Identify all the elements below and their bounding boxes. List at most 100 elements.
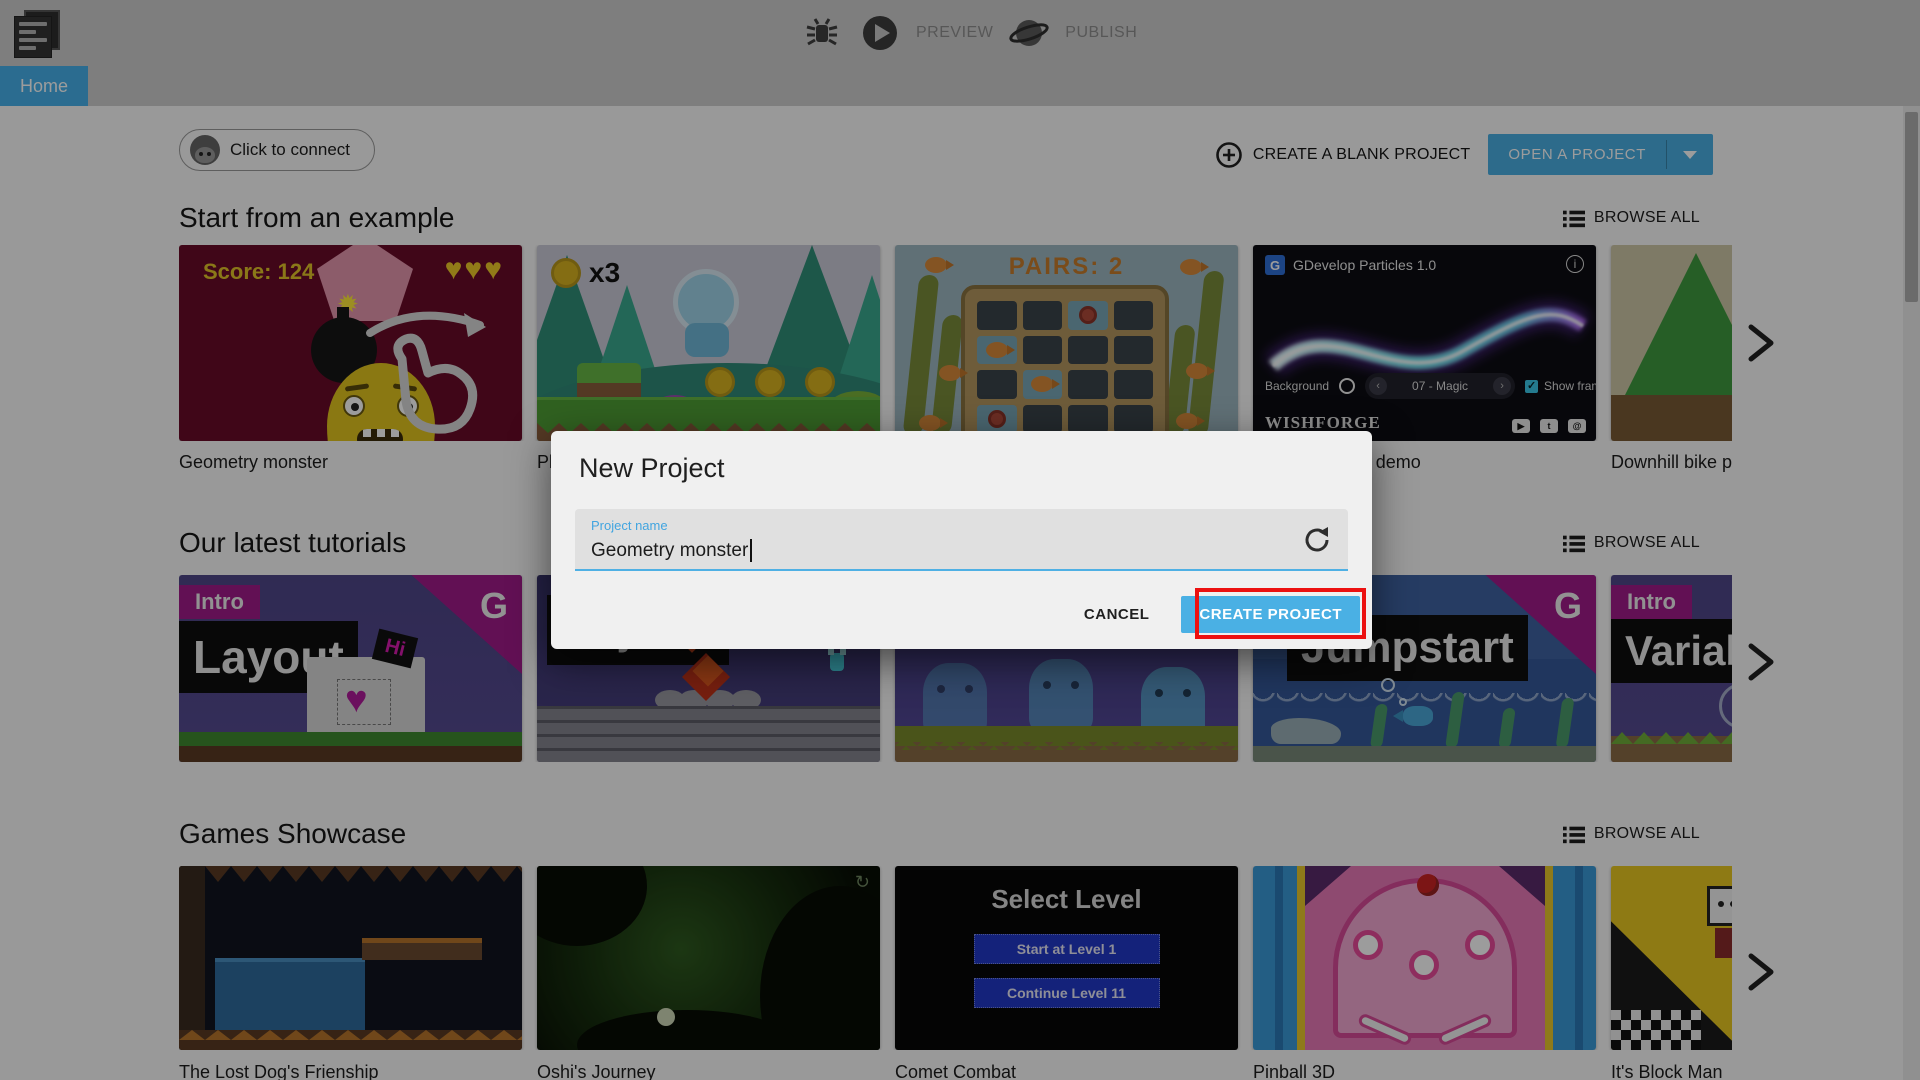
- fish-sprite: [1393, 706, 1433, 726]
- examples-section-header: Start from an example BROWSE ALL: [179, 202, 1700, 234]
- project-name-input[interactable]: Geometry monster: [591, 539, 753, 562]
- tutorials-browse-all[interactable]: BROWSE ALL: [1562, 532, 1700, 554]
- example-card-geometry-monster[interactable]: Score: 124 ♥♥♥ ✹: [179, 245, 522, 441]
- preset-value: 07 - Magic: [1412, 379, 1469, 393]
- wishforge-logo: WISHFORGE: [1265, 413, 1381, 432]
- grass-ground: [179, 732, 522, 762]
- seaweed-shape: [1187, 271, 1225, 437]
- background-color-swatch[interactable]: [1339, 378, 1356, 394]
- hand-swipe-icon: [366, 311, 486, 434]
- cancel-button[interactable]: CANCEL: [1078, 598, 1156, 631]
- fish-sprite: [919, 415, 948, 431]
- showcase-card-oshi[interactable]: ↻: [537, 866, 880, 1050]
- fish-sprite: [1186, 363, 1215, 379]
- gdevelop-logo: G: [1265, 255, 1285, 275]
- card-label-comet[interactable]: Comet Combat: [895, 1062, 1238, 1080]
- info-icon: i: [1566, 255, 1584, 273]
- fairy-sprite: [828, 645, 846, 671]
- examples-browse-all[interactable]: BROWSE ALL: [1562, 207, 1700, 229]
- pine-tree-shape: [1621, 253, 1732, 403]
- coin-sprite: [805, 367, 835, 397]
- prev-icon[interactable]: ‹: [1369, 377, 1388, 395]
- pinball-table: [1297, 866, 1553, 1050]
- showcase-section-header: Games Showcase BROWSE ALL: [179, 818, 1700, 850]
- showcase-card-lost-dog[interactable]: [179, 866, 522, 1050]
- debug-icon[interactable]: [800, 11, 844, 55]
- bubble-shape: [1381, 678, 1395, 692]
- start-level-button: Start at Level 1: [973, 934, 1160, 964]
- fish-sprite: [925, 257, 954, 273]
- preview-label[interactable]: PREVIEW: [916, 24, 993, 42]
- grass-zigzag: [1611, 732, 1732, 744]
- examples-next-chevron-icon[interactable]: [1743, 321, 1779, 370]
- card-label-geometry-monster[interactable]: Geometry monster: [179, 452, 522, 473]
- coin-sprite: [705, 367, 735, 397]
- browse-list-icon: [1562, 210, 1585, 228]
- rock-floor: [179, 1030, 522, 1050]
- create-blank-project-button[interactable]: CREATE A BLANK PROJECT: [1215, 141, 1471, 169]
- coin-icon: [551, 258, 581, 288]
- tutorials-next-chevron-icon[interactable]: [1743, 640, 1779, 689]
- example-card-downhill[interactable]: G: [1611, 245, 1732, 441]
- discord-icon: @: [1568, 419, 1586, 433]
- showcase-card-block-man[interactable]: BLOCKS: [1611, 866, 1732, 1050]
- background-label: Background: [1265, 379, 1330, 393]
- showcase-browse-all[interactable]: BROWSE ALL: [1562, 823, 1700, 845]
- pairs-grid: [961, 285, 1169, 441]
- scrollbar-thumb[interactable]: [1905, 112, 1918, 302]
- tutorial-card-variables[interactable]: Intro Variables +1: [1611, 575, 1732, 762]
- examples-title: Start from an example: [179, 202, 455, 233]
- coin-counter: x3: [551, 257, 620, 289]
- project-name-label: Project name: [591, 518, 668, 533]
- preview-play-icon[interactable]: [858, 11, 902, 55]
- fish-card: [1031, 376, 1061, 393]
- open-project-label[interactable]: OPEN A PROJECT: [1488, 134, 1666, 175]
- open-project-button[interactable]: OPEN A PROJECT: [1488, 134, 1713, 175]
- project-name-field[interactable]: Project name Geometry monster: [575, 509, 1348, 571]
- chevron-down-icon: [1683, 150, 1697, 159]
- card-label-block-man[interactable]: It's Block Man: [1611, 1062, 1732, 1080]
- snail-card: [987, 409, 1006, 428]
- showcase-card-comet[interactable]: Select Level Start at Level 1 Continue L…: [895, 866, 1238, 1050]
- example-card-pairs[interactable]: PAIRS: 2: [895, 245, 1238, 441]
- showcase-title: Games Showcase: [179, 818, 407, 849]
- connect-button[interactable]: Click to connect: [179, 129, 375, 171]
- browse-list-icon: [1562, 535, 1585, 553]
- hearts-icons: ♥♥♥: [444, 253, 504, 286]
- show-frame-checkbox[interactable]: ✓: [1525, 379, 1539, 393]
- fish-sprite: [1176, 413, 1205, 429]
- social-icons: ▶ t @: [1512, 419, 1586, 433]
- add-circle-icon: [1216, 141, 1242, 168]
- create-blank-label: CREATE A BLANK PROJECT: [1252, 145, 1471, 163]
- next-icon[interactable]: ›: [1493, 377, 1512, 395]
- preset-selector[interactable]: ‹ 07 - Magic ›: [1365, 373, 1516, 399]
- browse-list-icon: [1562, 826, 1585, 844]
- tab-home[interactable]: Home: [0, 66, 89, 106]
- create-project-button[interactable]: CREATE PROJECT: [1181, 596, 1360, 633]
- showcase-next-chevron-icon[interactable]: [1743, 950, 1779, 999]
- oshi-character: [657, 1008, 675, 1026]
- pinball-ball: [1417, 874, 1439, 896]
- open-project-dropdown[interactable]: [1667, 134, 1713, 175]
- tutorial-card-layout[interactable]: G Intro Layout ♥ Hi: [179, 575, 522, 762]
- monster-sprite: [1029, 659, 1093, 733]
- coin-count-text: x3: [589, 257, 621, 288]
- youtube-icon: ▶: [1512, 419, 1530, 433]
- rock-ceiling: [179, 866, 522, 882]
- showcase-card-row: ↻ Select Level Start at Level 1 Continue…: [179, 866, 1732, 1050]
- showcase-card-pinball[interactable]: [1253, 866, 1596, 1050]
- example-card-particles[interactable]: G GDevelop Particles 1.0 i Background ‹ …: [1253, 245, 1596, 441]
- new-project-dialog: New Project Project name Geometry monste…: [551, 431, 1372, 649]
- publish-icon[interactable]: [1007, 11, 1051, 55]
- publish-label[interactable]: PUBLISH: [1065, 24, 1137, 42]
- card-label-pinball[interactable]: Pinball 3D: [1253, 1062, 1596, 1080]
- card-label-lost-dog[interactable]: The Lost Dog's Frienship: [179, 1062, 522, 1080]
- vertical-scrollbar[interactable]: [1903, 106, 1920, 1080]
- example-card-platformer[interactable]: x3: [537, 245, 880, 441]
- score-text: Score: 124: [203, 259, 315, 284]
- card-label-oshi[interactable]: Oshi's Journey: [537, 1062, 880, 1080]
- project-manager-icon[interactable]: [10, 6, 62, 58]
- refresh-icon[interactable]: [1302, 525, 1332, 555]
- select-level-title: Select Level: [991, 884, 1142, 914]
- card-label-downhill[interactable]: Downhill bike physics demo: [1611, 452, 1732, 473]
